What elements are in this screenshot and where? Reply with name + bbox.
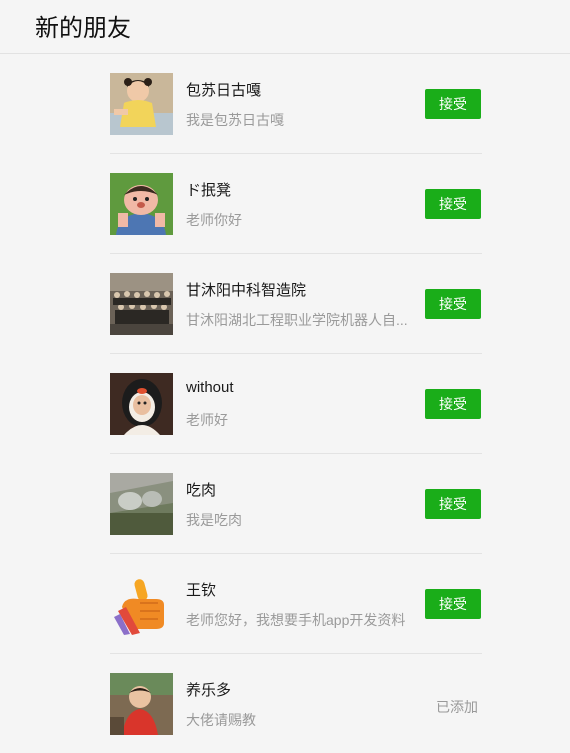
request-message: 老师好 <box>186 412 228 428</box>
request-message: 甘沐阳湖北工程职业学院机器人自... <box>186 312 408 328</box>
accept-button[interactable]: 接受 <box>425 389 481 419</box>
avatar <box>110 373 173 435</box>
request-message: 老师您好，我想要手机app开发资料 <box>186 612 406 628</box>
accept-button[interactable]: 接受 <box>425 189 481 219</box>
friend-request-row[interactable]: 王钦 老师您好，我想要手机app开发资料 接受 <box>110 554 482 654</box>
page-title: 新的朋友 <box>35 15 131 42</box>
accept-button[interactable]: 接受 <box>425 289 481 319</box>
request-message: 我是包苏日古嘎 <box>186 112 284 128</box>
avatar <box>110 273 173 335</box>
request-message: 大佬请赐教 <box>186 712 256 728</box>
friend-name: ド抿凳 <box>186 182 232 199</box>
page-header: 新的朋友 <box>0 0 570 54</box>
request-message: 我是吃肉 <box>186 512 242 528</box>
avatar <box>110 73 173 135</box>
avatar <box>110 673 173 735</box>
accept-button[interactable]: 接受 <box>425 489 481 519</box>
friend-request-row[interactable]: 甘沐阳中科智造院 甘沐阳湖北工程职业学院机器人自... 接受 <box>110 254 482 354</box>
friend-request-row[interactable]: ド抿凳 老师你好 接受 <box>110 154 482 254</box>
accept-button[interactable]: 接受 <box>425 89 481 119</box>
friend-name: 包苏日古嘎 <box>186 82 262 99</box>
friend-name: 养乐多 <box>186 682 232 699</box>
accept-button[interactable]: 接受 <box>425 589 481 619</box>
avatar <box>110 173 173 235</box>
added-status-label: 已添加 <box>436 699 478 715</box>
avatar <box>110 573 173 635</box>
friend-name: 甘沐阳中科智造院 <box>186 282 307 299</box>
friend-name: without <box>186 379 234 396</box>
friend-request-row[interactable]: 吃肉 我是吃肉 接受 <box>110 454 482 554</box>
friend-request-list: 包苏日古嘎 我是包苏日古嘎 接受 ド抿凳 老师你好 接受 甘沐阳中科智造院 甘沐… <box>110 54 482 753</box>
friend-request-row[interactable]: without 老师好 接受 <box>110 354 482 454</box>
friend-request-row[interactable]: 养乐多 大佬请赐教 已添加 <box>110 654 482 753</box>
friend-name: 王钦 <box>186 582 217 599</box>
friend-name: 吃肉 <box>186 482 217 499</box>
friend-request-row[interactable]: 包苏日古嘎 我是包苏日古嘎 接受 <box>110 54 482 154</box>
request-message: 老师你好 <box>186 212 242 228</box>
avatar <box>110 473 173 535</box>
